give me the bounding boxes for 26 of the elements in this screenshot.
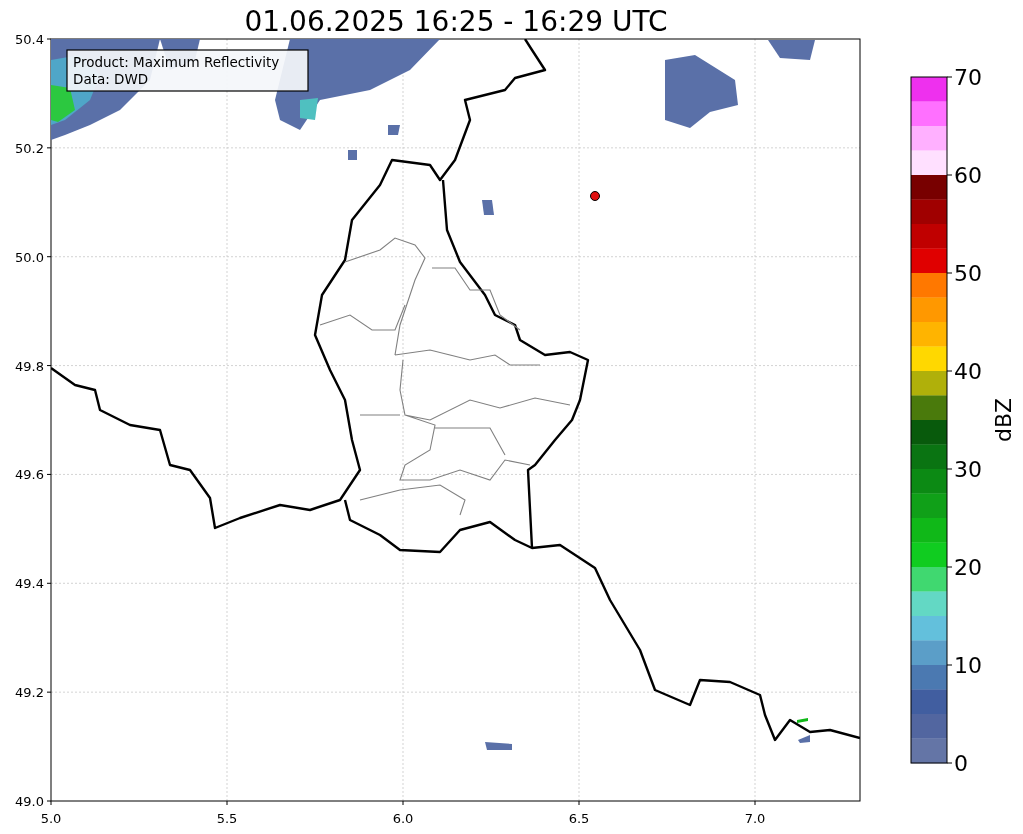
legend-text: Product: Maximum Reflectivity [73,54,280,70]
colorbar-tick-label: 60 [954,163,982,188]
station-marker [590,191,600,201]
x-tick-label: 5.0 [40,811,62,826]
x-tick-label: 7.0 [744,811,766,826]
chart-title: 01.06.2025 16:25 - 16:29 UTC [244,5,668,38]
colorbar-tick-label: 40 [954,359,982,384]
y-tick-label: 50.0 [15,249,44,265]
y-tick-label: 49.2 [15,685,44,701]
y-tick-label: 49.8 [15,358,44,374]
y-tick-label: 50.4 [15,32,44,47]
colorbar-tick-label: 50 [954,261,982,286]
x-tick-label: 6.0 [392,811,414,826]
y-tick-label: 49.4 [15,576,44,592]
colorbar-tick-label: 70 [954,65,982,90]
colorbar-label: dBZ [991,397,1016,443]
colorbar-tick-label: 10 [954,653,982,678]
colorbar-tick-label: 30 [954,457,982,482]
x-tick-label: 6.5 [568,811,590,826]
x-tick-label: 5.5 [216,811,238,826]
legend-text: Data: DWD [73,71,149,87]
y-tick-label: 49.0 [15,794,44,809]
y-tick-label: 49.6 [15,467,44,483]
y-tick-label: 50.2 [15,140,44,156]
colorbar-tick-label: 20 [954,555,982,580]
colorbar-tick-label: 0 [954,751,968,776]
